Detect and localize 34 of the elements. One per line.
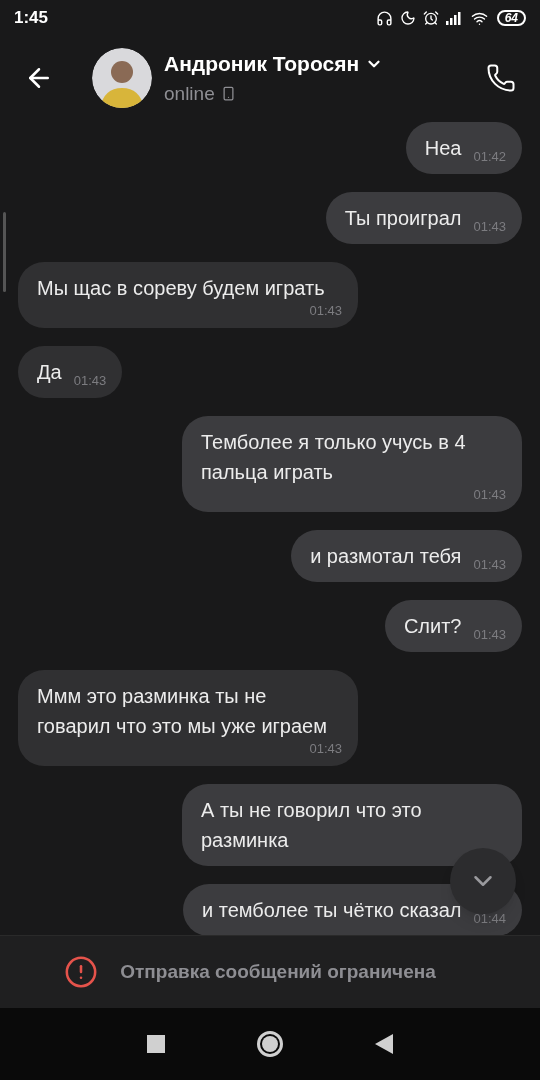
alarm-icon <box>422 10 439 26</box>
moon-icon <box>399 10 416 26</box>
message-time: 01:43 <box>73 373 107 389</box>
home-button[interactable] <box>257 1031 283 1057</box>
call-button[interactable] <box>486 63 516 93</box>
message-time: 01:43 <box>309 741 342 757</box>
message-text: Ммм это разминка ты не говарил что это мы уже играем <box>37 684 328 739</box>
message-text: Слит? <box>403 614 462 639</box>
message-text: А ты не говорил что это разминка <box>201 798 423 853</box>
online-status: online <box>164 81 215 106</box>
restriction-notice: Отправка сообщений ограничена <box>120 959 436 984</box>
signal-icon <box>445 11 464 25</box>
message-time: 01:43 <box>473 557 506 573</box>
message-text: Да <box>37 360 62 385</box>
warning-icon <box>64 955 99 989</box>
message-time: 01:42 <box>473 149 506 165</box>
headphones-icon <box>375 9 393 27</box>
status-time: 1:45 <box>14 7 49 30</box>
message-time: 01:43 <box>309 303 342 319</box>
message-text: Темболее я только учусь в 4 пальца играть <box>201 430 467 485</box>
message-text: и размотал тебя <box>310 544 462 569</box>
message-time: 01:43 <box>473 627 506 643</box>
message-text: и темболее ты чётко сказал <box>202 898 462 923</box>
phone-device-icon <box>220 86 236 102</box>
avatar <box>92 48 152 108</box>
message-time: 01:43 <box>473 487 506 503</box>
message-text: Мы щас в сореву будем играть <box>37 276 326 301</box>
contact-name[interactable]: Андроник Торосян <box>164 48 360 80</box>
battery-level: 64 <box>496 10 526 26</box>
message-time: 01:43 <box>473 219 506 235</box>
message-text: Ты проиграл <box>344 206 462 231</box>
message-text: Неа <box>424 136 462 161</box>
back-nav-button[interactable] <box>375 1034 393 1054</box>
message-time: 01:44 <box>473 911 506 927</box>
